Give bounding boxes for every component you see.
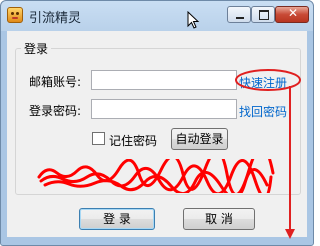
red-annotation-overlay <box>235 69 301 239</box>
arrow-head-icon <box>285 229 295 239</box>
